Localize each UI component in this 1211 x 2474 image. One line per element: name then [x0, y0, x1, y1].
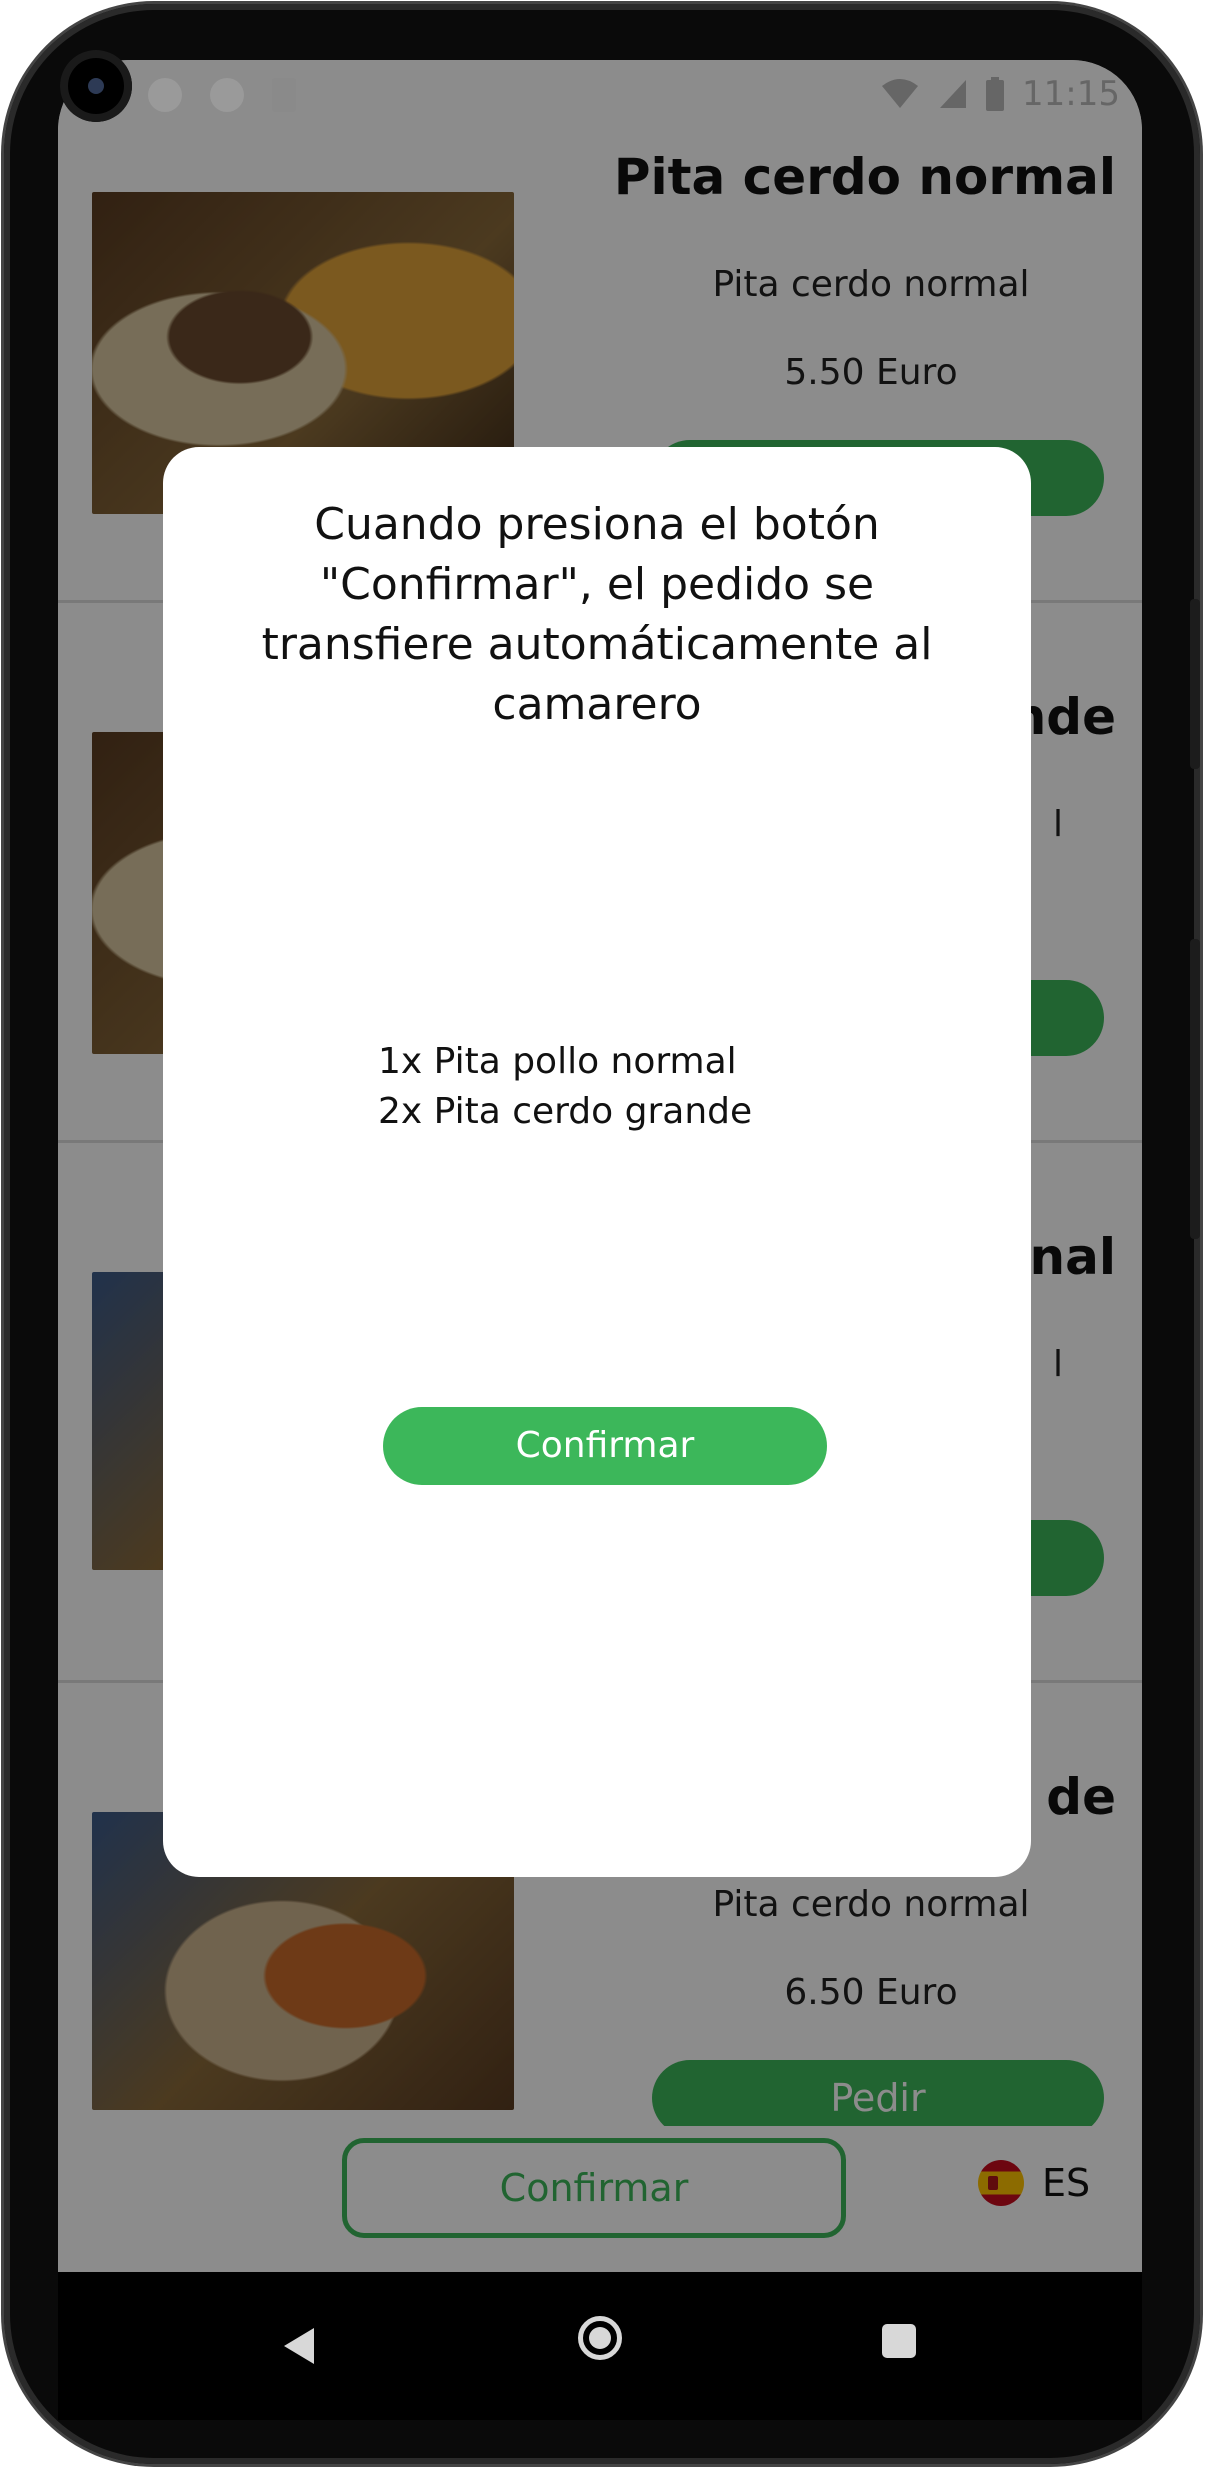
notification-icons: [148, 78, 296, 112]
home-icon[interactable]: [578, 2316, 622, 2360]
recents-icon[interactable]: [882, 2324, 916, 2358]
front-camera: [60, 50, 132, 122]
order-line: 2x Pita cerdo grande: [378, 1091, 753, 1132]
order-summary: 1x Pita pollo normal 2x Pita cerdo grand…: [378, 1037, 878, 1137]
dialog-confirm-button[interactable]: Confirmar: [383, 1407, 827, 1485]
order-line: 1x Pita pollo normal: [378, 1041, 737, 1082]
dialog-message: Cuando presiona el botón "Confirmar", el…: [261, 499, 933, 730]
notification-icon: [148, 78, 182, 112]
volume-button: [1190, 599, 1200, 769]
app-screen: 11:15 Pita cerdo normal Pita cerdo norma…: [58, 60, 1142, 2272]
power-button: [1190, 939, 1200, 1239]
confirm-dialog: Cuando presiona el botón "Confirmar", el…: [163, 447, 1031, 1877]
status-bar: 11:15: [58, 60, 1142, 130]
signal-icon: [940, 80, 967, 108]
system-status: 11:15: [880, 74, 1120, 114]
wifi-icon: [882, 79, 919, 108]
clock: 11:15: [1022, 74, 1120, 114]
back-icon[interactable]: [284, 2328, 314, 2364]
battery-icon: [986, 77, 1005, 111]
notification-icon: [210, 78, 244, 112]
navigation-bar: [58, 2272, 1142, 2420]
sd-card-icon: [272, 78, 296, 112]
